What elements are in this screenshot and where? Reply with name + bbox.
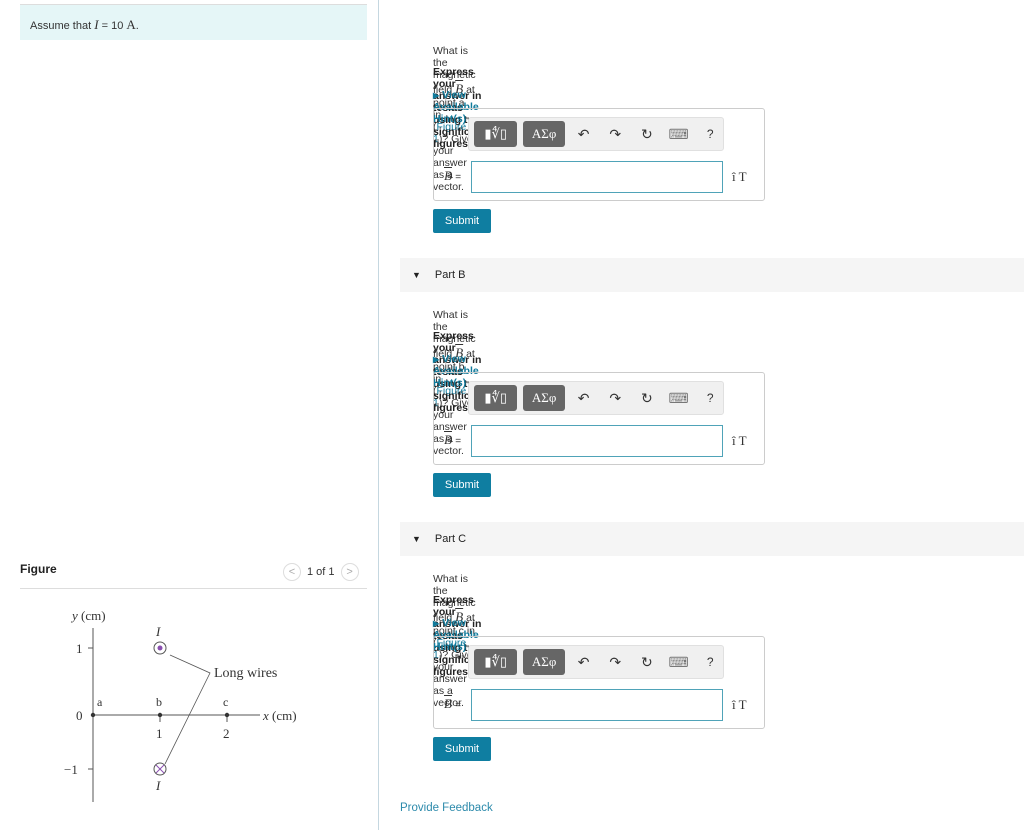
greek-symbols-button[interactable]: ΑΣφ <box>523 649 565 675</box>
answer-box: ▮∜▯ ΑΣφ ↶ ↷ ↻ ⌨ ? B = î T <box>433 636 765 729</box>
answer-box: ▮∜▯ ΑΣφ ↶ ↷ ↻ ⌨ ? B = î T <box>433 372 765 465</box>
undo-icon[interactable]: ↶ <box>571 126 597 143</box>
xtick-1: 1 <box>156 726 163 741</box>
greek-symbols-button[interactable]: ΑΣφ <box>523 385 565 411</box>
part-c-header[interactable]: ▼ Part C <box>400 522 1024 556</box>
reset-icon[interactable]: ↻ <box>634 390 660 407</box>
math-toolbar: ▮∜▯ ΑΣφ ↶ ↷ ↻ ⌨ ? <box>468 117 724 151</box>
redo-icon[interactable]: ↷ <box>602 654 628 671</box>
assume-text: Assume that <box>30 20 92 32</box>
b-label: B = <box>444 432 462 447</box>
greek-symbols-button[interactable]: ΑΣφ <box>523 121 565 147</box>
wires-label: Long wires <box>214 666 277 681</box>
assume-value: = 10 <box>101 20 124 32</box>
collapse-icon: ▼ <box>412 534 421 544</box>
redo-icon[interactable]: ↷ <box>602 390 628 407</box>
part-title: Part C <box>434 533 467 545</box>
math-toolbar: ▮∜▯ ΑΣφ ↶ ↷ ↻ ⌨ ? <box>468 381 724 415</box>
assume-end: . <box>135 20 139 32</box>
prev-figure-button[interactable]: < <box>283 563 301 581</box>
figure-divider <box>20 588 367 589</box>
current-label-bottom: I <box>155 778 161 793</box>
help-icon[interactable]: ? <box>697 391 723 405</box>
b-label: B = <box>444 168 462 183</box>
part-b-header[interactable]: ▼ Part B <box>400 258 1024 292</box>
point-c <box>224 712 230 718</box>
templates-button[interactable]: ▮∜▯ <box>474 385 518 411</box>
assume-unit: A <box>126 17 136 32</box>
y-axis-label: y (cm) <box>70 608 106 623</box>
next-figure-button[interactable]: > <box>340 563 359 581</box>
provide-feedback-link[interactable]: Provide Feedback <box>400 802 493 814</box>
submit-button[interactable]: Submit <box>433 473 491 497</box>
collapse-icon: ▼ <box>412 270 421 280</box>
undo-icon[interactable]: ↶ <box>571 390 597 407</box>
submit-button[interactable]: Submit <box>433 209 491 233</box>
point-b <box>157 712 163 718</box>
answer-input[interactable] <box>471 689 723 721</box>
assumption-box: Assume that I = 10 A. <box>20 4 367 40</box>
label-a: a <box>97 695 103 709</box>
keyboard-icon[interactable]: ⌨ <box>666 654 692 671</box>
ytick-1: 1 <box>76 641 83 656</box>
unit-label: î T <box>732 433 747 448</box>
point-a <box>90 712 96 718</box>
label-c: c <box>223 695 228 709</box>
templates-button[interactable]: ▮∜▯ <box>474 649 518 675</box>
ytick-0: 0 <box>76 708 83 723</box>
undo-icon[interactable]: ↶ <box>571 654 597 671</box>
panel-divider <box>378 0 379 830</box>
b-label: B = <box>444 696 462 711</box>
help-icon[interactable]: ? <box>697 127 723 141</box>
submit-button[interactable]: Submit <box>433 737 491 761</box>
redo-icon[interactable]: ↷ <box>602 126 628 143</box>
keyboard-icon[interactable]: ⌨ <box>666 126 692 143</box>
answer-input[interactable] <box>471 425 723 457</box>
part-title: Part B <box>434 269 466 281</box>
unit-label: î T <box>732 697 747 712</box>
reset-icon[interactable]: ↻ <box>634 654 660 671</box>
reset-icon[interactable]: ↻ <box>634 126 660 143</box>
xtick-2: 2 <box>223 726 230 741</box>
answer-input[interactable] <box>471 161 723 193</box>
unit-label: î T <box>732 169 747 184</box>
keyboard-icon[interactable]: ⌨ <box>666 390 692 407</box>
figure-title: Figure <box>20 562 57 576</box>
x-axis-label: x (cm) <box>262 708 297 723</box>
answer-box: ▮∜▯ ΑΣφ ↶ ↷ ↻ ⌨ ? B = î T <box>433 108 765 201</box>
current-label-top: I <box>155 624 161 639</box>
figure-pager: < 1 of 1 > <box>283 563 359 581</box>
label-b: b <box>156 695 162 709</box>
templates-button[interactable]: ▮∜▯ <box>474 121 518 147</box>
figure-diagram: y (cm) x (cm) 1 0 −1 1 2 a b c I I Long … <box>64 608 297 802</box>
ytick-neg1: −1 <box>64 762 78 777</box>
math-toolbar: ▮∜▯ ΑΣφ ↶ ↷ ↻ ⌨ ? <box>468 645 724 679</box>
help-icon[interactable]: ? <box>697 655 723 669</box>
pager-text: 1 of 1 <box>307 566 335 578</box>
current-var: I <box>94 17 99 32</box>
